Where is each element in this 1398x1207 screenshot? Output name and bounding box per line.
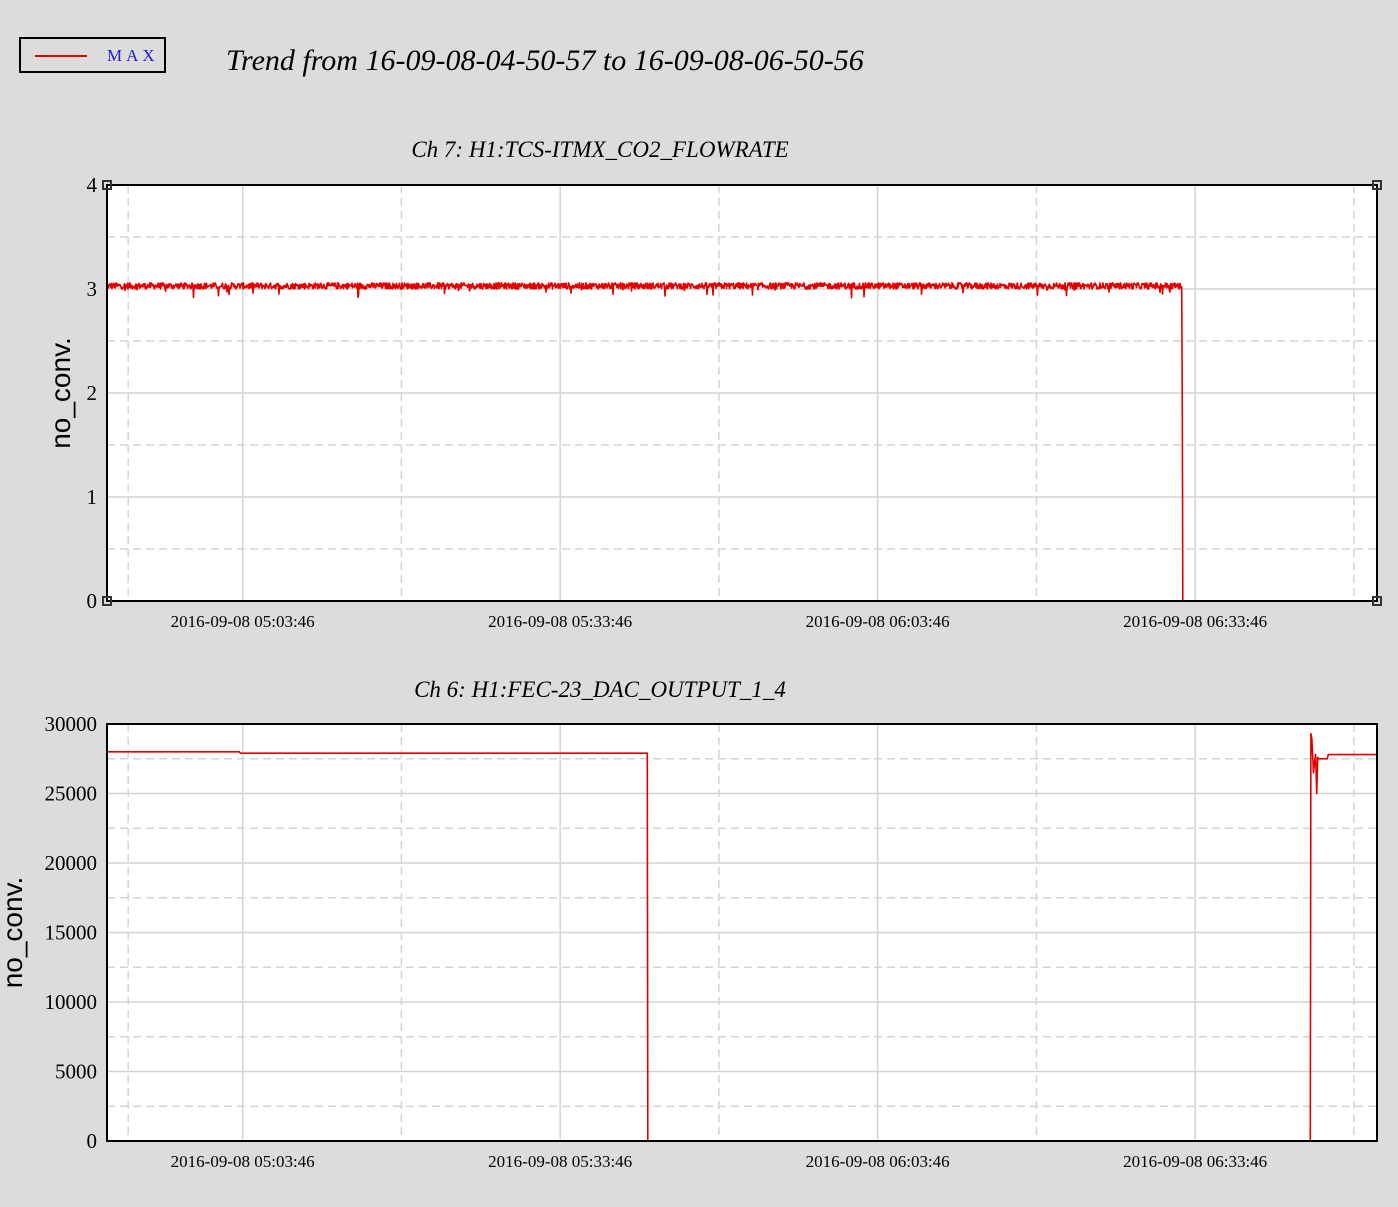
y-axis-label: no_conv. [0, 877, 28, 989]
y-tick-label: 5000 [55, 1060, 97, 1084]
chart-panel-1: 0 1 2 3 4 2016-09-08 05:03:46 2016-09-08 05:33… [45, 137, 1382, 631]
x-tick-label: 2016-09-08 06:03:46 [806, 612, 950, 631]
y-tick-label: 3 [87, 277, 98, 301]
x-tick-label: 2016-09-08 06:33:46 [1123, 612, 1267, 631]
x-tick-label: 2016-09-08 06:03:46 [806, 1152, 950, 1171]
y-tick-label: 4 [87, 173, 98, 197]
y-tick-label: 0 [87, 1129, 98, 1153]
y-axis-label: no_conv. [45, 337, 76, 449]
x-tick-label: 2016-09-08 05:33:46 [488, 1152, 632, 1171]
chart-panel-2: 0 5000 10000 15000 20000 25000 30000 2016-09-08… [0, 677, 1378, 1171]
y-tick-label: 20000 [45, 851, 98, 875]
x-tick-label: 2016-09-08 06:33:46 [1123, 1152, 1267, 1171]
y-tick-label: 30000 [45, 712, 98, 736]
x-tick-label: 2016-09-08 05:03:46 [171, 1152, 315, 1171]
x-tick-label: 2016-09-08 05:33:46 [488, 612, 632, 631]
y-tick-label: 15000 [45, 921, 98, 945]
y-tick-label: 1 [87, 485, 98, 509]
y-tick-label: 0 [87, 589, 98, 613]
y-tick-label: 10000 [45, 990, 98, 1014]
chart-title: Ch 6: H1:FEC-23_DAC_OUTPUT_1_4 [414, 677, 786, 702]
x-tick-label: 2016-09-08 05:03:46 [171, 612, 315, 631]
y-tick-label: 2 [87, 381, 98, 405]
charts-area: 0 1 2 3 4 2016-09-08 05:03:46 2016-09-08 05:33… [0, 137, 1382, 1171]
chart-title: Ch 7: H1:TCS-ITMX_CO2_FLOWRATE [411, 137, 788, 162]
y-tick-label: 25000 [45, 782, 98, 806]
